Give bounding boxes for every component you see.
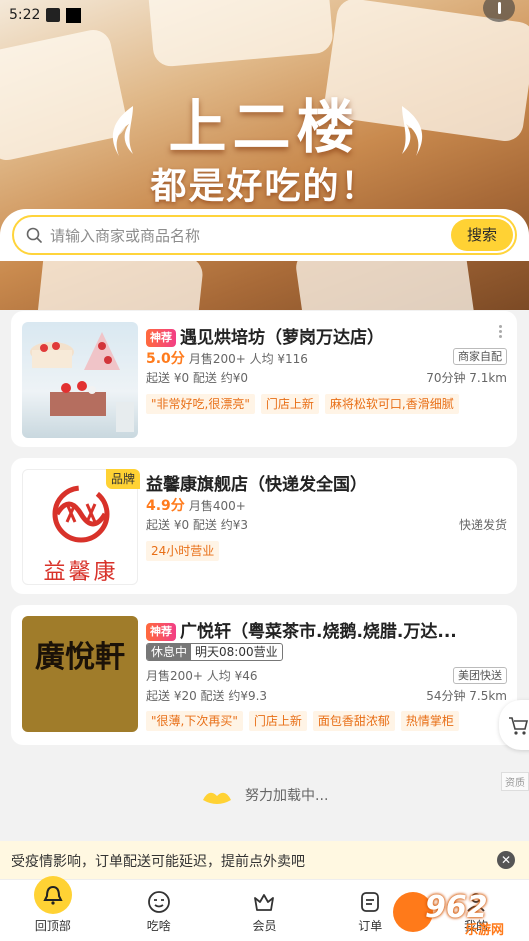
promo-chip: 24小时营业: [146, 541, 220, 561]
store-name[interactable]: 神荐 遇见烘培坊（萝岗万达店）: [146, 323, 491, 348]
recommend-tag: 神荐: [146, 623, 176, 641]
tab-label: 吃啥: [146, 919, 171, 933]
promo-chip: "很薄,下次再买": [146, 711, 243, 731]
search-icon: [26, 227, 42, 243]
tab-what-to-eat[interactable]: 吃啥: [106, 880, 212, 941]
promo-chip: "非常好吃,很漂亮": [146, 394, 255, 414]
promo-chip: 面包香甜浓郁: [312, 711, 395, 731]
delivery-badge: 商家自配: [453, 348, 507, 365]
bell-icon: [33, 876, 72, 914]
store-logo: 廣悅軒: [22, 616, 138, 732]
app-icon: [66, 7, 82, 23]
search-button[interactable]: 搜索: [451, 219, 513, 251]
close-icon[interactable]: ✕: [497, 851, 515, 869]
logo-text: 益馨康: [43, 560, 119, 585]
promo-chip: 门店上新: [260, 394, 319, 414]
loading-indicator: 努力加载中...: [0, 785, 529, 806]
store-sales: 月售200+ 人均 ¥116: [188, 352, 308, 366]
loading-text: 努力加载中...: [245, 788, 329, 804]
more-icon[interactable]: [483, 0, 515, 22]
cart-button[interactable]: [499, 700, 529, 750]
notice-bar: 受疫情影响，订单配送可能延迟，提前点外卖吧 ✕: [0, 841, 529, 879]
shipping-info: 快递发货: [458, 518, 507, 532]
store-sales: 月售200+ 人均 ¥46: [146, 669, 258, 683]
notification-icon: [46, 8, 61, 22]
store-card[interactable]: 益馨康 品牌 益馨康旗舰店（快递发全国） 4.9分 月售400+ 起送 ¥0 配送…: [11, 458, 517, 594]
store-name[interactable]: 益馨康旗舰店（快递发全国）: [146, 470, 491, 495]
tab-label: 回顶部: [34, 919, 71, 933]
tab-back-to-top[interactable]: 回顶部: [0, 876, 106, 941]
store-card[interactable]: 廣悅軒 神荐 广悦轩（粤菜茶市.烧鹅.烧腊.万达... 休息中 明天08:00营业 …: [11, 605, 517, 745]
recommend-tag: 神荐: [146, 329, 176, 347]
brand-tag: 品牌: [106, 469, 141, 489]
hero-title: 上二楼: [168, 93, 361, 161]
business-status: 休息中 明天08:00营业: [146, 643, 283, 661]
order-icon: [358, 890, 382, 918]
hero-banner: 5:22 上二楼 都是好吃的！: [0, 0, 529, 310]
status-bar: 5:22: [9, 6, 82, 24]
store-name[interactable]: 神荐 广悦轩（粤菜茶市.烧鹅.烧腊.万达...: [146, 617, 491, 642]
logo-text: 廣悅軒: [35, 640, 125, 675]
promo-chip: 热情掌柜: [400, 711, 459, 731]
store-thumbnail: [22, 322, 138, 438]
promo-chip: 麻将松软可口,香滑细腻: [324, 394, 459, 414]
loading-icon: [202, 792, 231, 804]
store-card[interactable]: 神荐 遇见烘培坊（萝岗万达店） 5.0分 月售200+ 人均 ¥116 商家自配 起…: [11, 311, 517, 447]
search-placeholder: 请输入商家或商品名称: [50, 227, 201, 245]
promo-chip: 门店上新: [248, 711, 307, 731]
delivery-fee: 起送 ¥0 配送 约¥3: [146, 518, 248, 532]
search-input[interactable]: 请输入商家或商品名称 搜索: [12, 215, 517, 255]
delivery-fee: 起送 ¥20 配送 约¥9.3: [146, 689, 268, 703]
tab-label: 会员: [252, 919, 277, 933]
time-distance: 70分钟 7.1km: [426, 371, 507, 385]
store-rating: 5.0分: [146, 351, 185, 367]
store-sales: 月售400+: [188, 499, 246, 513]
notice-text: 受疫情影响，订单配送可能延迟，提前点外卖吧: [11, 854, 305, 870]
hero-subtitle: 都是好吃的！: [150, 166, 379, 207]
smile-icon: [147, 890, 171, 918]
store-rating: 4.9分: [146, 498, 185, 514]
status-time: 5:22: [9, 7, 41, 23]
tab-member[interactable]: 会员: [212, 880, 318, 941]
crown-bag-icon: [252, 890, 276, 918]
watermark-logo: 962 乐游网: [393, 888, 525, 938]
delivery-badge: 美团快送: [453, 667, 507, 684]
time-distance: 54分钟 7.5km: [426, 689, 507, 703]
more-options-icon[interactable]: [499, 325, 503, 340]
cart-icon: [509, 717, 529, 735]
delivery-fee: 起送 ¥0 配送 约¥0: [146, 371, 248, 385]
